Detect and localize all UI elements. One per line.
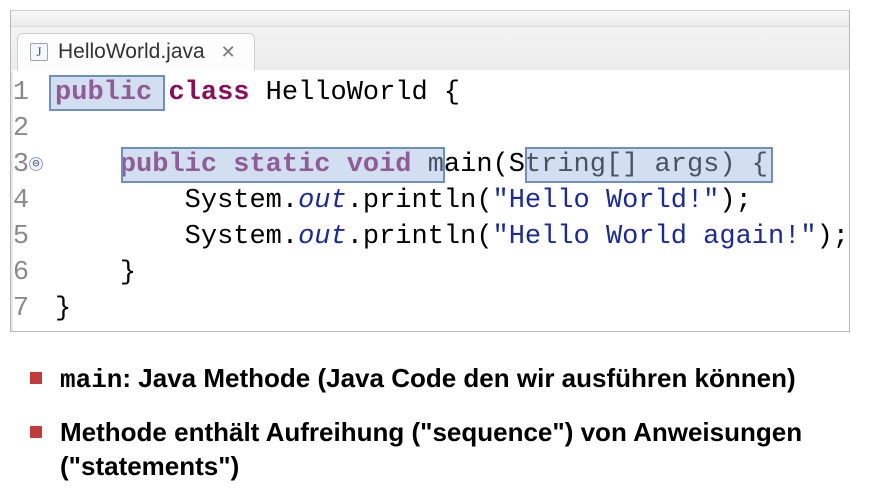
line-number: 3 ⊖ xyxy=(13,147,29,183)
tab-strip: J HelloWorld.java ✕ xyxy=(11,27,849,71)
text-span: : Java Methode (Java Code den wir ausfüh… xyxy=(122,363,795,393)
code-token xyxy=(55,150,120,180)
line-number: 1 xyxy=(13,75,29,111)
field-out: out xyxy=(298,222,347,252)
string-literal: "Hello World again!" xyxy=(493,222,817,252)
code-token: HelloWorld { xyxy=(249,78,460,108)
keyword-public: public xyxy=(55,78,152,108)
keyword-class: class xyxy=(168,78,249,108)
line-number: 6 xyxy=(13,255,29,291)
code-token xyxy=(55,222,185,252)
keyword-void: void xyxy=(347,150,412,180)
code-token: System. xyxy=(185,222,298,252)
field-out: out xyxy=(298,186,347,216)
window-titlebar xyxy=(11,11,849,27)
line-number-text: 3 xyxy=(13,150,29,180)
list-item: Methode enthält Aufreihung ("sequence") … xyxy=(30,416,863,484)
list-item: main: Java Methode (Java Code den wir au… xyxy=(30,362,863,398)
line-number: 7 xyxy=(13,291,29,327)
keyword-public: public xyxy=(120,150,217,180)
bullet-text: main: Java Methode (Java Code den wir au… xyxy=(60,362,796,398)
code-token: .println( xyxy=(347,222,493,252)
editor-panel: J HelloWorld.java ✕ 1 2 3 ⊖ 4 5 6 7 publ… xyxy=(10,10,850,332)
code-text[interactable]: public class HelloWorld { public static … xyxy=(37,71,849,332)
code-token: main xyxy=(412,150,493,180)
close-icon[interactable]: ✕ xyxy=(221,42,236,63)
line-number: 4 xyxy=(13,183,29,219)
bullet-square-icon xyxy=(30,426,42,438)
java-file-icon: J xyxy=(30,43,48,61)
string-literal: "Hello World!" xyxy=(493,186,720,216)
tab-label: HelloWorld.java xyxy=(58,40,205,64)
line-number-gutter: 1 2 3 ⊖ 4 5 6 7 xyxy=(13,71,37,332)
code-token: (String[] args) xyxy=(493,150,736,180)
bullet-text: Methode enthält Aufreihung ("sequence") … xyxy=(60,416,820,484)
code-token: .println( xyxy=(347,186,493,216)
code-word: main xyxy=(60,365,122,395)
bullet-list: main: Java Methode (Java Code den wir au… xyxy=(30,362,863,483)
code-token xyxy=(55,186,185,216)
code-token: ); xyxy=(719,186,751,216)
code-area: 1 2 3 ⊖ 4 5 6 7 public class HelloWorld … xyxy=(11,71,849,332)
code-token: { xyxy=(736,150,768,180)
code-token: ); xyxy=(817,222,849,252)
code-token: System. xyxy=(185,186,298,216)
line-number: 5 xyxy=(13,219,29,255)
keyword-static: static xyxy=(233,150,330,180)
code-token: } xyxy=(55,294,71,324)
line-number: 2 xyxy=(13,111,29,147)
file-tab[interactable]: J HelloWorld.java ✕ xyxy=(17,33,255,71)
code-token: } xyxy=(55,258,136,288)
bullet-square-icon xyxy=(30,372,42,384)
